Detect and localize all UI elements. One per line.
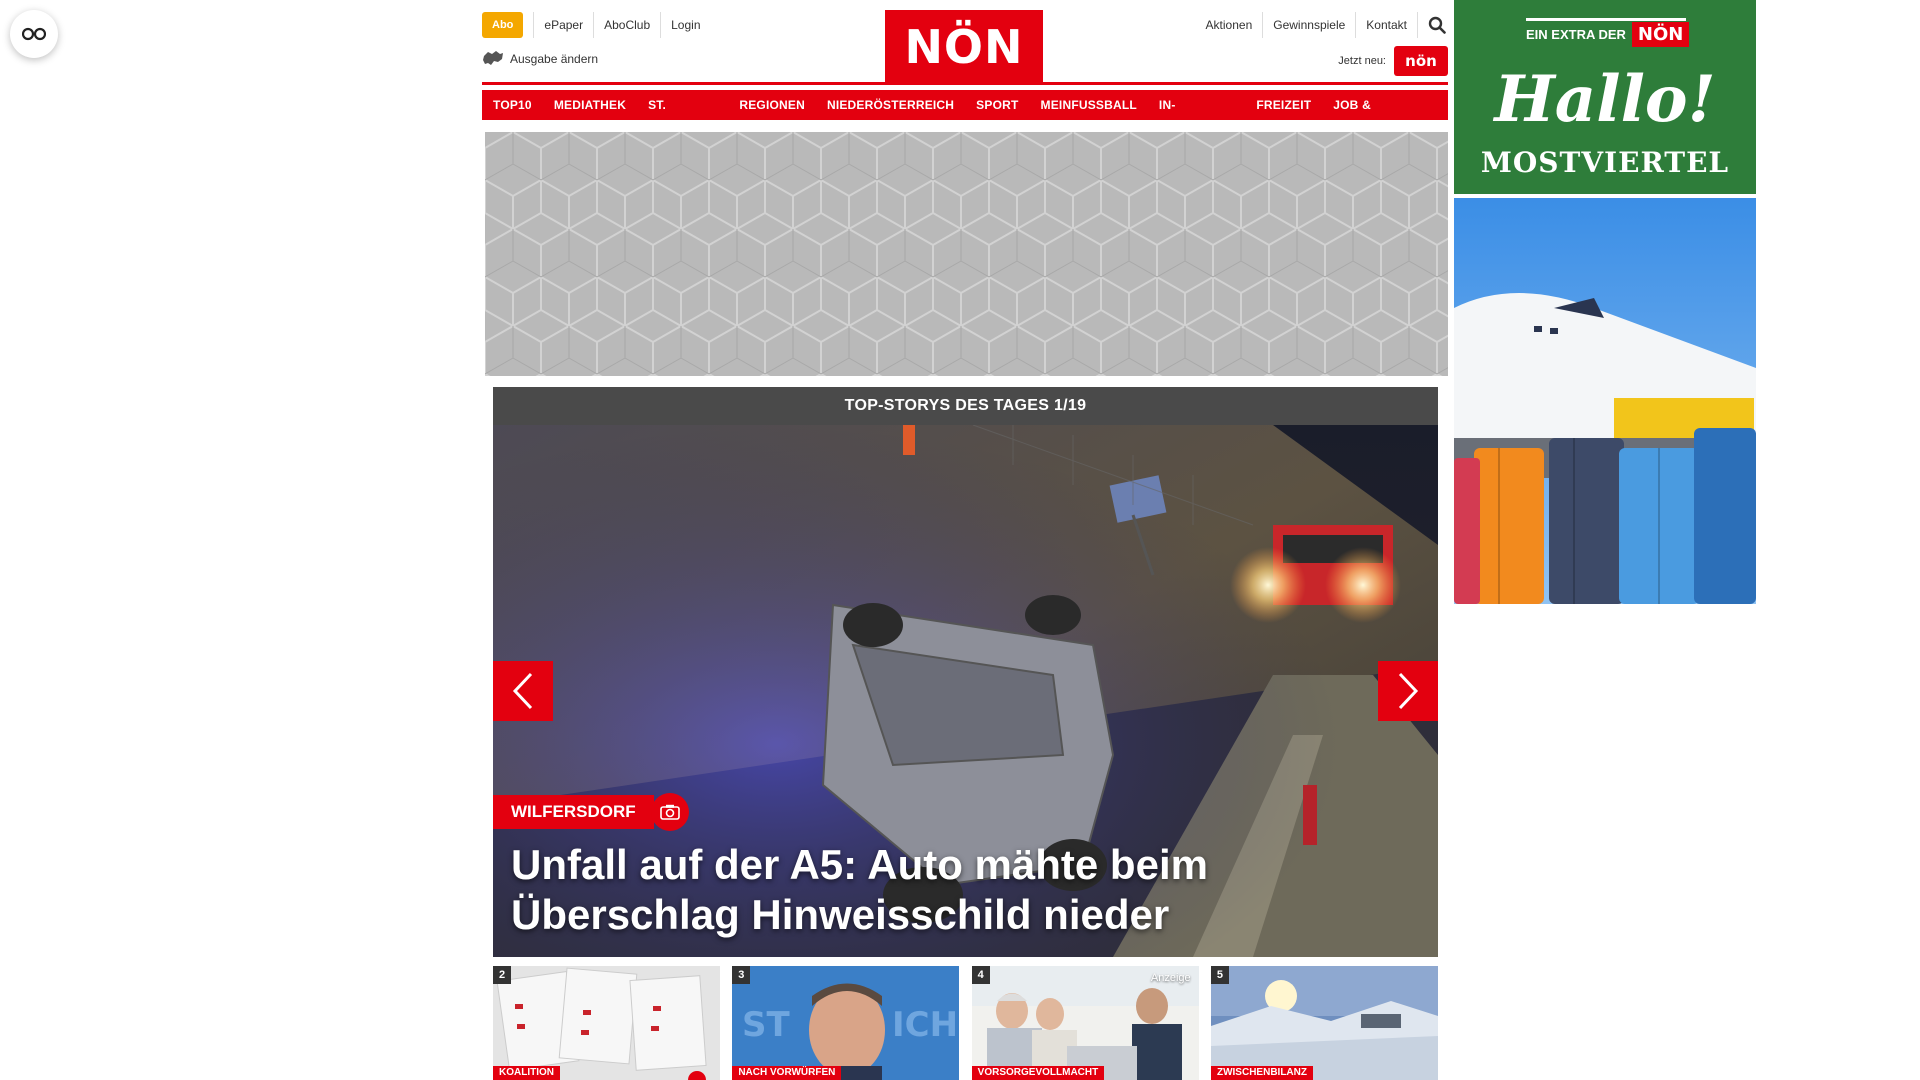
chevron-left-icon [512, 672, 533, 710]
accessibility-glasses-icon [22, 27, 46, 41]
edition-selector[interactable]: Ausgabe ändern [482, 50, 598, 68]
svg-text:ICH: ICH [892, 1005, 958, 1045]
politician-portrait-image: ST ICH [732, 966, 960, 1080]
header-divider [482, 82, 1448, 85]
slider-main-story[interactable]: WILFERSDORF Unfall auf der A5: Auto mäht… [493, 425, 1438, 957]
slider-prev-button[interactable] [493, 661, 553, 721]
lower-austria-map-icon [483, 51, 503, 65]
story-thumb[interactable]: 4 Anzeige VORSORGEVOLLMACHT [971, 966, 1199, 1080]
story-tag: KOALITION [493, 1066, 560, 1080]
abo-button[interactable]: Abo [482, 12, 524, 38]
story-thumb[interactable]: 2 KOALITION [493, 966, 720, 1080]
ad-extra-label: EIN EXTRA DER [1526, 27, 1626, 42]
page: Abo ePaper AboClub Login Ausgabe ändern … [0, 0, 1920, 1080]
story-tag: ZWISCHENBILANZ [1210, 1066, 1313, 1080]
story-tag: NACH VORWÜRFEN [732, 1066, 842, 1080]
nav-item-mediathek[interactable]: MEDIATHEK [542, 90, 638, 120]
story-thumbnails: 2 KOALITION ST ICH 3 NACH VORWÜRFEN 4 An… [493, 966, 1438, 1080]
story-thumb[interactable]: ST ICH 3 NACH VORWÜRFEN [732, 966, 960, 1080]
slider-heading: TOP-STORYS DES TAGES 1/19 [493, 387, 1438, 425]
nav-item-meinfussball[interactable]: MEINFUSSBALL [1029, 90, 1148, 120]
ad-top-rule [1526, 18, 1686, 21]
sidebar-ads: EIN EXTRA DER NÖN Hallo! MOSTVIERTEL [1454, 0, 1756, 604]
ski-slope-image [1210, 966, 1438, 1080]
airport-luggage-image [1454, 198, 1756, 604]
nav-item-sport[interactable]: SPORT [965, 90, 1030, 120]
nav-item-st-poelten[interactable]: ST. PÖLTEN [637, 90, 729, 142]
nav-item-niederoesterreich[interactable]: NIEDERÖSTERREICH [815, 90, 966, 120]
nav-item-in-ausland[interactable]: IN-AUSLAND [1147, 90, 1246, 142]
ad-banner-placeholder[interactable] [485, 132, 1448, 376]
kontakt-link[interactable]: Kontakt [1356, 12, 1418, 38]
story-rank: 2 [493, 966, 511, 984]
aktionen-link[interactable]: Aktionen [1196, 12, 1264, 38]
top-stories-slider: TOP-STORYS DES TAGES 1/19 WILFERSDORF Un… [493, 387, 1438, 957]
main-navigation: TOP10 MEDIATHEK ST. PÖLTEN REGIONEN NIED… [482, 90, 1448, 142]
story-rank: 5 [1210, 966, 1229, 984]
chevron-right-icon [1398, 672, 1419, 710]
aboclub-link[interactable]: AboClub [593, 12, 660, 38]
header: Abo ePaper AboClub Login Ausgabe ändern … [482, 0, 1448, 84]
nav-item-regionen[interactable]: REGIONEN [728, 90, 816, 120]
noen-logo[interactable]: NÖN [885, 10, 1043, 84]
slider-next-button[interactable] [1378, 661, 1438, 721]
ad-travel-banner[interactable] [1454, 198, 1756, 604]
story-headline[interactable]: Unfall auf der A5: Auto mähte beim Übers… [511, 840, 1311, 940]
epaper-link[interactable]: ePaper [533, 12, 593, 38]
story-tag: VORSORGEVOLLMACHT [971, 1066, 1105, 1080]
jetzt-neu-badge: nön [1394, 46, 1448, 76]
edition-label: Ausgabe ändern [510, 52, 599, 66]
svg-text:ST: ST [742, 1005, 790, 1045]
ad-mostviertel-subtitle: MOSTVIERTEL [1480, 146, 1730, 179]
hexagon-pattern [485, 132, 1448, 376]
story-rank: 4 [971, 966, 990, 984]
header-left-links: Abo ePaper AboClub Login [482, 12, 711, 38]
ad-hallo-title: Hallo! [1494, 62, 1716, 137]
nav-item-top10[interactable]: TOP10 [482, 90, 543, 120]
main-column: Abo ePaper AboClub Login Ausgabe ändern … [482, 0, 1448, 1080]
nav-item-job-karriere[interactable]: JOB & KARRIERE [1322, 90, 1448, 142]
photo-gallery-button[interactable] [651, 793, 689, 831]
accessibility-button[interactable] [10, 10, 58, 58]
nav-item-freizeit[interactable]: FREIZEIT [1245, 90, 1323, 120]
ad-hallo-mostviertel[interactable]: EIN EXTRA DER NÖN Hallo! MOSTVIERTEL [1454, 0, 1756, 194]
search-icon[interactable] [1426, 14, 1448, 36]
story-thumb[interactable]: 5 ZWISCHENBILANZ [1210, 966, 1438, 1080]
jetzt-neu-label: Jetzt neu: [1338, 55, 1386, 67]
jetzt-neu-promo[interactable]: Jetzt neu: nön [1338, 46, 1448, 76]
story-rank: 3 [732, 966, 751, 984]
ad-noen-logo: NÖN [1631, 22, 1690, 47]
advertisement-badge: Anzeige [1150, 972, 1191, 984]
header-right-links: Aktionen Gewinnspiele Kontakt [1196, 12, 1448, 38]
camera-icon [660, 804, 680, 820]
ballot-papers-image [493, 966, 720, 1080]
gewinnspiele-link[interactable]: Gewinnspiele [1263, 12, 1357, 38]
login-link[interactable]: Login [660, 12, 710, 38]
story-category-tag[interactable]: WILFERSDORF [493, 795, 654, 829]
ad-extra-line: EIN EXTRA DER NÖN [1526, 22, 1690, 47]
